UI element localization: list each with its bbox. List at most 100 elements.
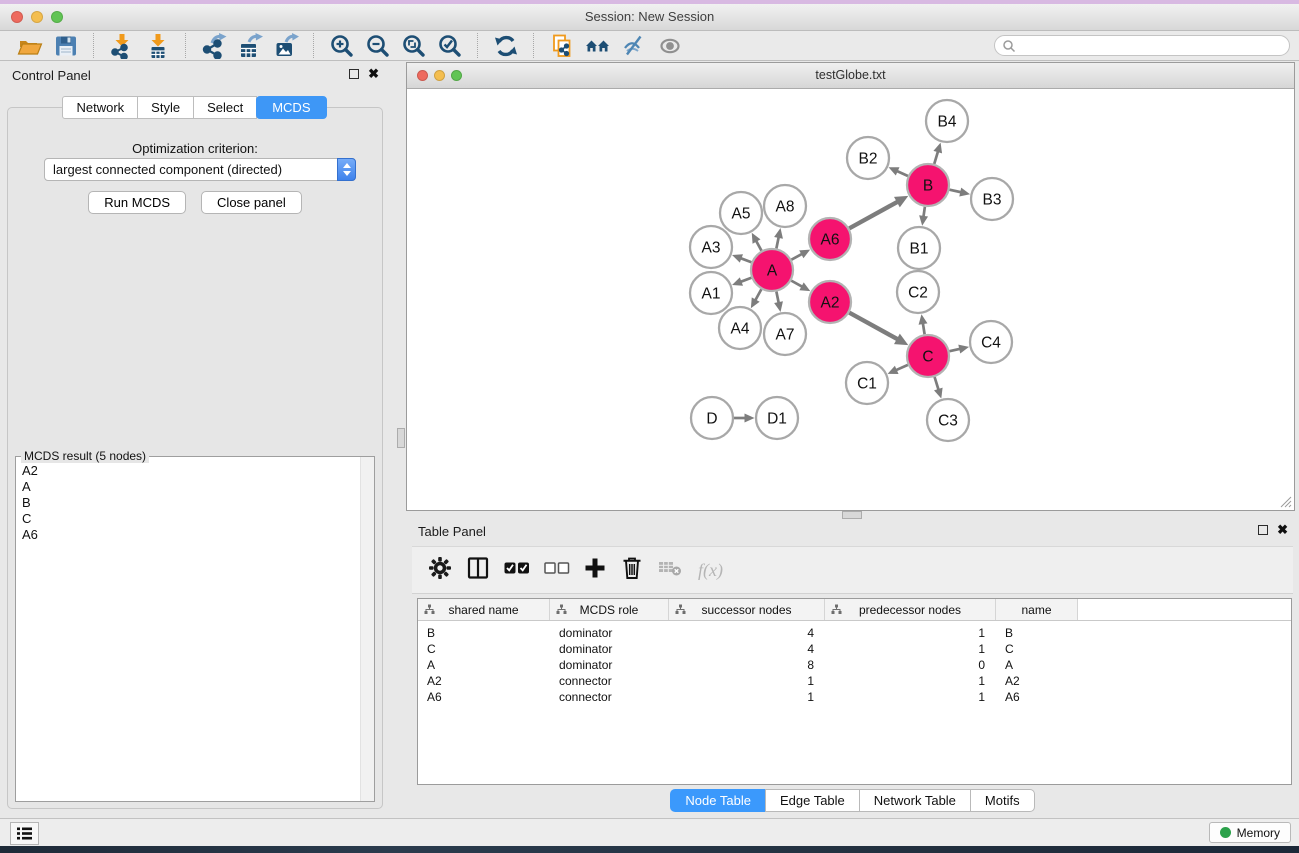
- tab-node-table[interactable]: Node Table: [670, 789, 766, 812]
- zoom-window-button[interactable]: [51, 11, 63, 23]
- tab-network[interactable]: Network: [62, 96, 138, 119]
- graph-edge-C-C3[interactable]: [935, 377, 939, 390]
- graph-edge-A-A6[interactable]: [791, 254, 802, 260]
- tab-select[interactable]: Select: [193, 96, 257, 119]
- export-network-button[interactable]: [199, 32, 229, 60]
- zoom-fit-button[interactable]: [399, 32, 429, 60]
- home-button[interactable]: [583, 32, 613, 60]
- tab-style[interactable]: Style: [137, 96, 194, 119]
- graph-edge-C-C4[interactable]: [949, 349, 960, 352]
- table-cell: connector: [550, 690, 669, 704]
- network-graph[interactable]: B4B2BB3A5A8A6B1A3AC2A1A2A4A7C4CC1C3DD1: [407, 89, 1294, 510]
- tab-mcds[interactable]: MCDS: [256, 96, 326, 119]
- tab-edge-table[interactable]: Edge Table: [765, 789, 860, 812]
- graph-edge-A-A8[interactable]: [776, 236, 778, 248]
- column-header-name[interactable]: name: [996, 599, 1078, 620]
- table-cell: 4: [669, 642, 825, 656]
- mcds-result-item[interactable]: A2: [22, 463, 360, 479]
- eye-slash-icon: [621, 33, 647, 59]
- toggle-hide-details-button[interactable]: [619, 32, 649, 60]
- graph-edge-B-B3[interactable]: [949, 190, 961, 193]
- select-all-button[interactable]: [504, 560, 530, 581]
- show-columns-button[interactable]: [466, 556, 490, 585]
- control-panel-title: Control Panel: [12, 68, 91, 83]
- float-panel-icon[interactable]: [349, 69, 359, 79]
- table-row[interactable]: A2connector11A2: [418, 673, 1291, 689]
- show-details-button[interactable]: [655, 32, 685, 60]
- edge-arrowhead: [958, 345, 969, 354]
- memory-button[interactable]: Memory: [1209, 822, 1291, 843]
- column-header-mcds-role[interactable]: MCDS role: [550, 599, 669, 620]
- refresh-view-button[interactable]: [491, 32, 521, 60]
- column-header-shared-name[interactable]: shared name: [418, 599, 550, 620]
- table-settings-button[interactable]: [428, 556, 452, 585]
- save-disk-icon: [53, 33, 79, 59]
- graph-edge-B-B2[interactable]: [896, 171, 908, 176]
- clone-network-button[interactable]: [547, 32, 577, 60]
- scrollbar-track[interactable]: [360, 457, 374, 801]
- zoom-in-button[interactable]: [327, 32, 357, 60]
- criterion-dropdown[interactable]: largest connected component (directed): [44, 158, 356, 181]
- search-input[interactable]: [1020, 38, 1289, 54]
- network-canvas[interactable]: B4B2BB3A5A8A6B1A3AC2A1A2A4A7C4CC1C3DD1: [407, 89, 1294, 510]
- minimize-window-button[interactable]: [31, 11, 43, 23]
- table-cell: 1: [825, 642, 996, 656]
- export-table-button[interactable]: [235, 32, 265, 60]
- mcds-result-item[interactable]: A: [22, 479, 360, 495]
- tab-network-table[interactable]: Network Table: [859, 789, 971, 812]
- graph-edge-C-C2[interactable]: [923, 323, 925, 335]
- dropdown-stepper-icon: [337, 158, 356, 181]
- close-panel-button[interactable]: Close panel: [201, 191, 302, 214]
- tab-motifs[interactable]: Motifs: [970, 789, 1035, 812]
- mcds-result-item[interactable]: B: [22, 495, 360, 511]
- window-title: Session: New Session: [0, 4, 1299, 30]
- network-close-button[interactable]: [417, 70, 428, 81]
- graph-edge-C-C1[interactable]: [895, 365, 908, 371]
- graph-edge-A-A2[interactable]: [791, 281, 803, 287]
- network-minimize-button[interactable]: [434, 70, 445, 81]
- close-panel-icon[interactable]: ✖: [1277, 525, 1288, 535]
- mcds-result-item[interactable]: A6: [22, 527, 360, 543]
- close-panel-icon[interactable]: ✖: [368, 69, 379, 79]
- run-mcds-button[interactable]: Run MCDS: [88, 191, 186, 214]
- gear-icon: [428, 556, 452, 580]
- toolbar-separator: [93, 33, 95, 58]
- graph-edge-B-B1[interactable]: [923, 207, 925, 218]
- node-label: B2: [859, 151, 878, 168]
- import-table-button[interactable]: [143, 32, 173, 60]
- float-panel-icon[interactable]: [1258, 525, 1268, 535]
- graph-edge-A-A1[interactable]: [740, 278, 751, 282]
- column-header-predecessor-nodes[interactable]: predecessor nodes: [825, 599, 996, 620]
- control-panel: Control Panel ✖ Optimization criterion: …: [0, 62, 390, 810]
- graph-edge-A-A4[interactable]: [755, 289, 761, 301]
- close-window-button[interactable]: [11, 11, 23, 23]
- resize-grip-icon[interactable]: [1279, 495, 1292, 508]
- graph-edge-A2-C[interactable]: [849, 313, 898, 340]
- task-history-button[interactable]: [10, 822, 39, 845]
- mcds-result-item[interactable]: C: [22, 511, 360, 527]
- add-row-button[interactable]: [584, 557, 606, 584]
- column-header-successor-nodes[interactable]: successor nodes: [669, 599, 825, 620]
- vertical-splitter-handle[interactable]: [397, 428, 405, 448]
- network-zoom-button[interactable]: [451, 70, 462, 81]
- graph-edge-A6-B[interactable]: [849, 201, 898, 228]
- zoom-out-button[interactable]: [363, 32, 393, 60]
- export-image-button[interactable]: [271, 32, 301, 60]
- toolbar-separator: [313, 33, 315, 58]
- search-field: [994, 35, 1290, 56]
- zoom-selected-button[interactable]: [435, 32, 465, 60]
- table-row[interactable]: Cdominator41C: [418, 641, 1291, 657]
- import-network-button[interactable]: [107, 32, 137, 60]
- table-row[interactable]: Adominator80A: [418, 657, 1291, 673]
- open-session-button[interactable]: [15, 32, 45, 60]
- graph-edge-A-A7[interactable]: [776, 292, 778, 304]
- table-row[interactable]: A6connector11A6: [418, 689, 1291, 705]
- table-row[interactable]: Bdominator41B: [418, 625, 1291, 641]
- delete-row-button[interactable]: [620, 556, 644, 585]
- save-session-button[interactable]: [51, 32, 81, 60]
- mcds-result-list: A2ABCA6: [16, 457, 360, 801]
- graph-edge-B-B4[interactable]: [934, 151, 938, 164]
- graph-edge-A-A5[interactable]: [756, 240, 762, 250]
- deselect-all-button[interactable]: [544, 560, 570, 581]
- graph-edge-A-A3[interactable]: [740, 258, 751, 262]
